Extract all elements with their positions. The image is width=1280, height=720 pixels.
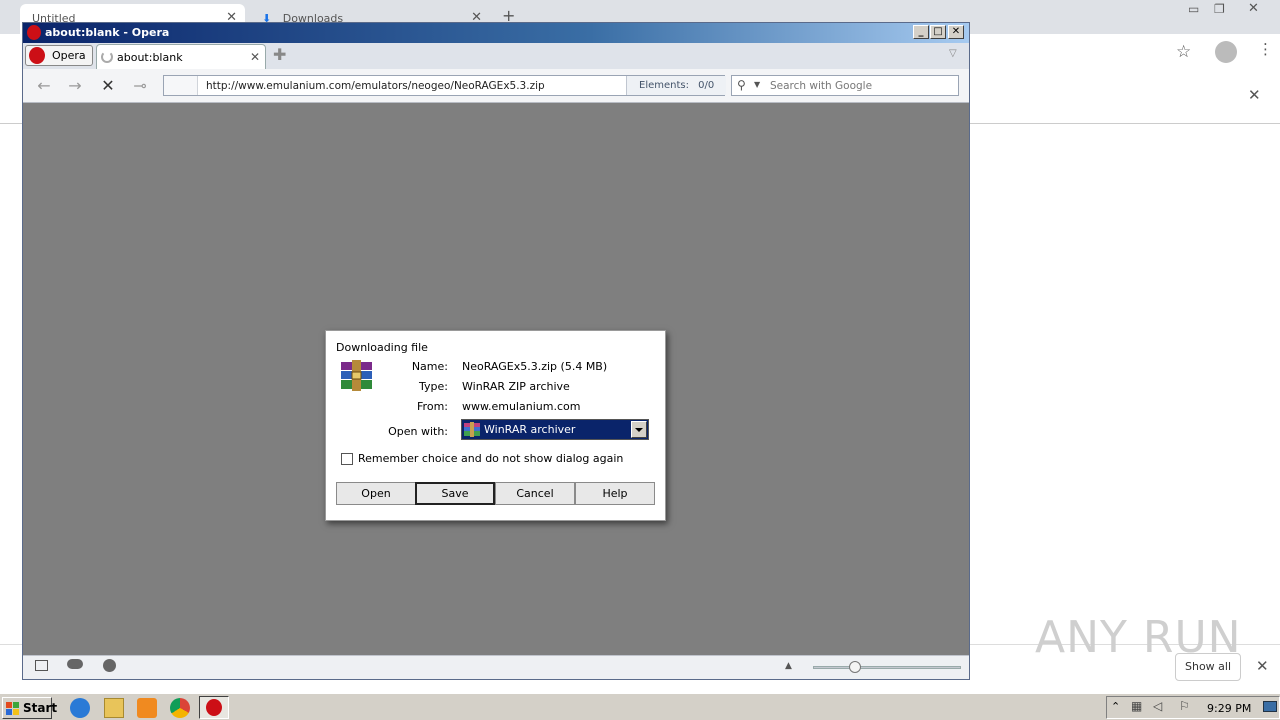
windows-taskbar: Start ⌃ ▦ ◁ ⚐ 9:29 PM	[0, 693, 1280, 720]
open-with-label: Open with:	[388, 425, 448, 438]
open-button[interactable]: Open	[336, 482, 416, 505]
search-placeholder: Search with Google	[770, 80, 873, 92]
chevron-down-icon[interactable]: ▼	[754, 80, 760, 89]
opera-window: about:blank - Opera _ □ ✕ Opera about:bl…	[22, 22, 970, 680]
from-value: www.emulanium.com	[462, 400, 581, 413]
windows-logo-icon	[6, 702, 19, 715]
dialog-title: Downloading file	[336, 341, 428, 354]
page-content: Downloading file Name: NeoRAGEx5.3.zip (…	[23, 103, 969, 655]
network-icon[interactable]: ▦	[1131, 699, 1142, 713]
search-input[interactable]: ⚲ ▼ Search with Google	[731, 75, 959, 96]
name-value: NeoRAGEx5.3.zip (5.4 MB)	[462, 360, 608, 373]
open-with-select[interactable]: WinRAR archiver	[461, 419, 649, 440]
panel-toggle-icon[interactable]	[35, 660, 48, 671]
opera-menu-label: Opera	[52, 49, 86, 62]
chevron-up-icon[interactable]: ⌃	[1111, 700, 1120, 713]
from-label: From:	[417, 400, 448, 413]
start-label: Start	[23, 701, 58, 715]
elements-counter: Elements: 0/0	[626, 76, 726, 95]
address-text: http://www.emulanium.com/emulators/neoge…	[206, 80, 545, 92]
opera-navbar: ← → ✕ ⊸ http://www.emulanium.com/emulato…	[23, 69, 969, 103]
new-tab-icon[interactable]: ✚	[273, 47, 289, 63]
internet-explorer-icon[interactable]	[70, 698, 90, 718]
profile-avatar-icon[interactable]	[1215, 41, 1237, 63]
close-icon[interactable]: ✕	[1248, 86, 1261, 104]
chrome-icon[interactable]	[170, 698, 190, 718]
chevron-down-icon[interactable]	[631, 421, 647, 438]
star-icon[interactable]: ☆	[1176, 42, 1191, 62]
close-icon[interactable]: ✕	[1248, 1, 1259, 16]
opera-logo-icon	[27, 25, 41, 40]
show-desktop-icon[interactable]	[1263, 701, 1277, 712]
opera-tab[interactable]: about:blank ✕	[96, 44, 266, 69]
media-player-icon[interactable]	[137, 698, 157, 718]
zoom-slider[interactable]	[813, 666, 961, 669]
name-label: Name:	[411, 360, 448, 373]
close-tab-icon[interactable]: ✕	[250, 50, 260, 64]
opera-taskbar-button[interactable]	[199, 696, 229, 719]
minimize-icon[interactable]: ▭	[1188, 2, 1199, 16]
cancel-button[interactable]: Cancel	[495, 482, 575, 505]
opera-statusbar: ▲	[23, 655, 969, 679]
stop-icon[interactable]: ✕	[98, 77, 118, 95]
menu-kebab-icon[interactable]: ⋮	[1258, 40, 1273, 58]
tab-list-chevron-icon[interactable]: ▽	[949, 48, 957, 59]
search-icon: ⚲	[737, 78, 746, 92]
help-button[interactable]: Help	[575, 482, 655, 505]
maximize-button[interactable]: □	[930, 25, 946, 39]
zoom-slider-thumb[interactable]	[849, 661, 861, 673]
back-arrow-icon[interactable]: ←	[34, 77, 54, 95]
action-center-flag-icon[interactable]: ⚐	[1179, 699, 1190, 713]
type-value: WinRAR ZIP archive	[462, 380, 570, 393]
zoom-up-arrow-icon[interactable]: ▲	[785, 661, 792, 671]
elements-label: Elements:	[639, 80, 689, 91]
winrar-icon	[464, 422, 480, 437]
opera-logo-icon	[29, 47, 45, 64]
volume-icon[interactable]: ◁	[1153, 699, 1162, 713]
restore-icon[interactable]: ❐	[1214, 2, 1225, 16]
remember-choice-label: Remember choice and do not show dialog a…	[358, 452, 624, 465]
key-icon[interactable]: ⊸	[130, 77, 150, 95]
open-with-value: WinRAR archiver	[484, 423, 576, 436]
opera-logo-icon	[206, 699, 222, 716]
site-info-icon[interactable]	[164, 76, 198, 95]
cloud-icon[interactable]	[67, 659, 83, 669]
loading-spinner-icon	[101, 51, 113, 63]
remember-choice-checkbox[interactable]	[341, 453, 353, 465]
start-button[interactable]: Start	[2, 697, 57, 719]
close-button[interactable]: ✕	[948, 25, 964, 39]
opera-tab-label: about:blank	[117, 51, 183, 64]
save-button[interactable]: Save	[415, 482, 495, 505]
forward-arrow-icon[interactable]: →	[65, 77, 85, 95]
address-bar[interactable]: http://www.emulanium.com/emulators/neoge…	[163, 75, 726, 96]
system-tray: ⌃ ▦ ◁ ⚐ 9:29 PM	[1106, 696, 1280, 719]
anyrun-watermark: ANY RUN	[1035, 612, 1242, 663]
opera-titlebar[interactable]: about:blank - Opera _ □ ✕	[23, 23, 969, 43]
taskbar-clock[interactable]: 9:29 PM	[1207, 702, 1251, 715]
close-icon[interactable]: ✕	[1256, 657, 1269, 675]
folder-icon[interactable]	[104, 698, 124, 718]
type-label: Type:	[419, 380, 448, 393]
opera-menu-button[interactable]: Opera	[25, 45, 93, 66]
download-dialog: Downloading file Name: NeoRAGEx5.3.zip (…	[325, 330, 666, 521]
speed-dial-gauge-icon[interactable]	[103, 659, 116, 672]
minimize-button[interactable]: _	[913, 25, 929, 39]
elements-value: 0/0	[698, 80, 715, 91]
opera-tabbar: Opera about:blank ✕ ✚ ▽	[23, 43, 969, 69]
window-title: about:blank - Opera	[45, 26, 170, 39]
